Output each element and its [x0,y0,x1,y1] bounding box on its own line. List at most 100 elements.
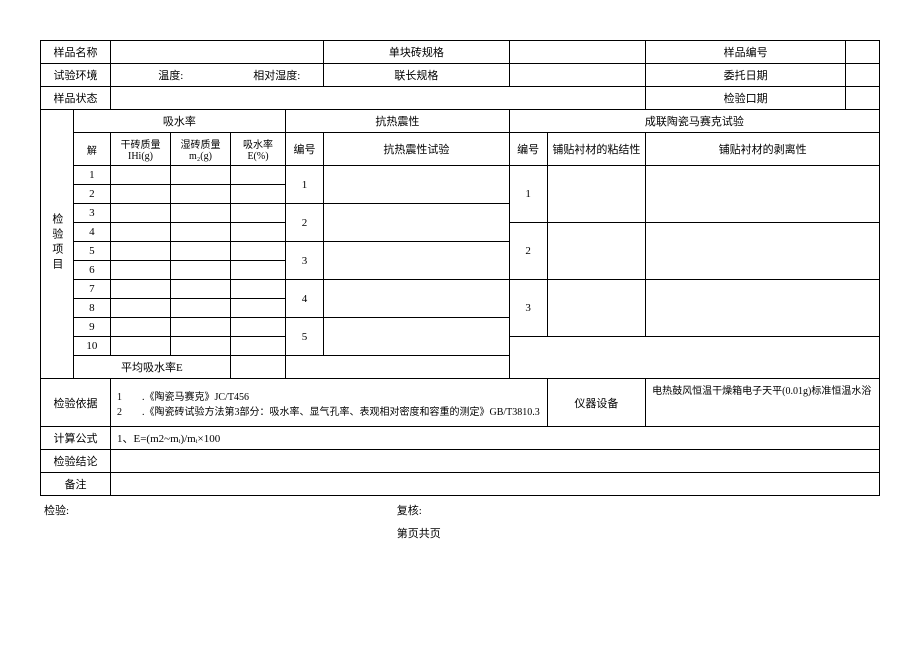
cell [324,318,510,356]
row-num: 8 [73,299,110,318]
remark-value [111,473,880,496]
row-num: 3 [73,204,110,223]
cell [646,223,880,280]
col-num: 解 [73,133,110,166]
cell [231,223,286,242]
cell [231,204,286,223]
cell [111,337,171,356]
row-num: 1 [73,166,110,185]
cell [171,280,231,299]
cell [111,318,171,337]
col-peel: 铺贴衬材的剥离性 [646,133,880,166]
cell [547,280,646,337]
formula-text: 1、E=(m2~mᵢ)/mᵢ×100 [111,427,880,450]
cell [111,166,171,185]
entrust-date-value [845,64,879,87]
remark-label: 备注 [41,473,111,496]
row-num: 10 [73,337,110,356]
mosaic-test-header: 成联陶瓷马赛克试验 [509,110,879,133]
cell [171,166,231,185]
cell [231,242,286,261]
cell [231,261,286,280]
cell [324,204,510,242]
cell [111,242,171,261]
sample-name-label: 样品名称 [41,41,111,64]
sign-review: 复核: [393,498,880,521]
formula-label: 计算公式 [41,427,111,450]
cell [286,356,510,379]
cell [111,223,171,242]
row-num: 5 [73,242,110,261]
cell [231,318,286,337]
cell [171,299,231,318]
sign-inspect: 检验: [40,498,393,521]
cell [646,166,880,223]
cell [324,166,510,204]
cell [171,204,231,223]
water-absorption-header: 吸水率 [73,110,285,133]
basis-label: 检验依据 [41,379,111,427]
thermal-row: 5 [286,318,324,356]
thermal-shock-header: 抗热震性 [286,110,510,133]
cell [231,185,286,204]
cell [231,337,286,356]
cell [646,280,880,337]
row-num: 7 [73,280,110,299]
col-absorption: 吸水率 E(%) [231,133,286,166]
joint-spec-value [509,64,646,87]
cell [171,337,231,356]
cell [171,318,231,337]
inspect-date-label: 检验口期 [646,87,846,110]
mosaic-row: 1 [509,166,547,223]
inspect-items-label: 检验项目 [41,110,74,379]
cell [324,280,510,318]
thermal-row: 4 [286,280,324,318]
cell [509,337,879,379]
cell [111,261,171,280]
cell [171,185,231,204]
cell [111,204,171,223]
equipment-text: 电热鼓风恒温干燥箱电子天平(0.01g)标准恒温水浴 [646,379,880,427]
inspect-date-value [845,87,879,110]
col-serial2: 编号 [509,133,547,166]
sample-status-value [111,87,646,110]
equipment-label: 仪器设备 [547,379,646,427]
cell [231,299,286,318]
cell [171,261,231,280]
col-dry-mass: 干砖质量 IHi(g) [111,133,171,166]
cell [111,299,171,318]
page-label: 第页共页 [393,521,880,544]
col-wet-mass: 湿砖质量 m₂(g) [171,133,231,166]
cell [547,166,646,223]
row-num: 6 [73,261,110,280]
thermal-row: 1 [286,166,324,204]
basis-text: 1 .《陶瓷马赛克》JC/T456 2 .《陶瓷砖试验方法第3部分：吸水率、显气… [111,379,548,427]
cell [547,223,646,280]
mosaic-row: 3 [509,280,547,337]
col-thermal-test: 抗热震性试验 [324,133,510,166]
conclusion-value [111,450,880,473]
col-adhesion: 铺贴衬材的粘结性 [547,133,646,166]
row-num: 2 [73,185,110,204]
mosaic-row: 2 [509,223,547,280]
cell [111,280,171,299]
humidity-label: 相对湿度: [231,64,324,87]
joint-spec-label: 联长规格 [324,64,510,87]
cell [111,185,171,204]
sample-no-value [845,41,879,64]
temperature-label: 温度: [111,64,231,87]
sample-status-label: 样品状态 [41,87,111,110]
entrust-date-label: 委托日期 [646,64,846,87]
single-tile-spec-value [509,41,646,64]
cell [231,166,286,185]
sample-no-label: 样品编号 [646,41,846,64]
col-serial: 编号 [286,133,324,166]
cell [324,242,510,280]
row-num: 9 [73,318,110,337]
thermal-row: 3 [286,242,324,280]
cell [171,242,231,261]
single-tile-spec-label: 单块砖规格 [324,41,510,64]
row-num: 4 [73,223,110,242]
cell [171,223,231,242]
thermal-row: 2 [286,204,324,242]
